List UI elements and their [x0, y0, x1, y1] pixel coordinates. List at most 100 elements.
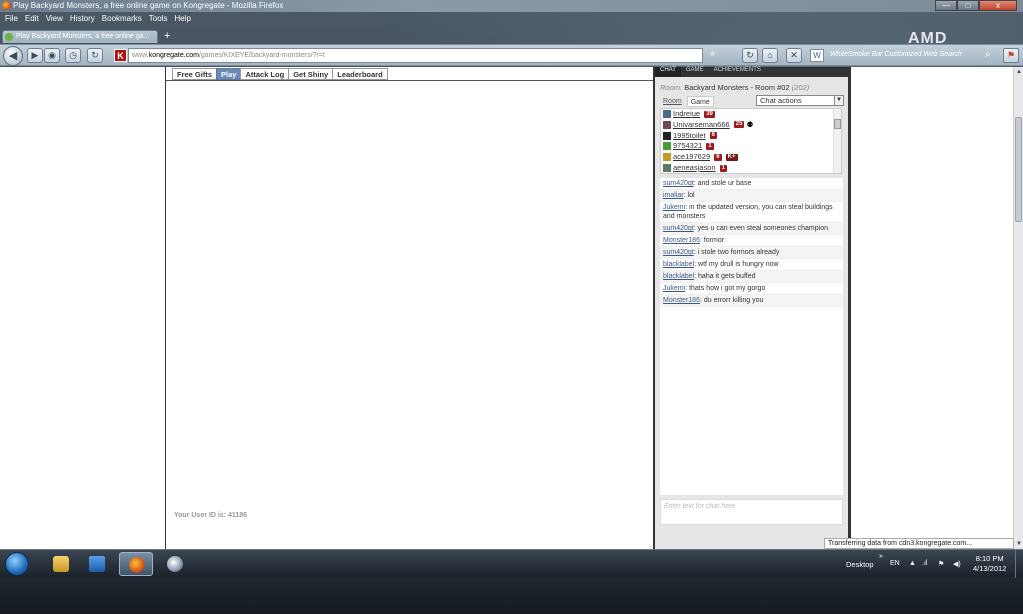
chat-message: sum420qt: i stole two formors already — [660, 247, 843, 259]
browser-tab-active[interactable]: Play Backyard Monsters, a free online ga… — [2, 30, 158, 43]
start-button[interactable] — [5, 552, 29, 576]
room-count: (202) — [791, 83, 810, 92]
maximize-button[interactable]: □ — [957, 0, 979, 11]
menu-history[interactable]: History — [70, 13, 95, 25]
page-scrollbar[interactable]: ▲ ▼ — [1013, 67, 1023, 549]
close-button[interactable]: x — [979, 0, 1017, 11]
clock[interactable]: 8:10 PM 4/13/2012 — [973, 554, 1006, 574]
clock-date: 4/13/2012 — [973, 564, 1007, 573]
message-author[interactable]: Monster186 — [663, 237, 700, 244]
list-item[interactable]: aeneasjason 1 — [661, 163, 841, 173]
message-author[interactable]: Monster186 — [663, 297, 700, 304]
level-badge: 6 — [709, 132, 717, 140]
menu-tools[interactable]: Tools — [149, 13, 168, 25]
message-text: : du errorr killing you — [699, 297, 764, 304]
menu-help[interactable]: Help — [174, 13, 190, 25]
minimize-button[interactable]: — — [935, 0, 957, 11]
list-item[interactable]: 9754321 1 — [661, 141, 841, 152]
message-text: : thats how i got my gorgo — [685, 285, 766, 292]
list-item[interactable]: 1995toilet 6 — [661, 131, 841, 142]
scrollbar-thumb[interactable] — [834, 119, 841, 129]
history-icon[interactable]: ◷ — [65, 48, 81, 63]
flag-icon[interactable]: ⚑ — [938, 560, 944, 568]
forward-button[interactable]: ▶ — [27, 48, 43, 63]
avatar — [663, 110, 671, 118]
room-tab-game[interactable]: Game — [686, 96, 714, 107]
stop-button[interactable]: ✕ — [786, 48, 802, 63]
url-field[interactable]: www.kongregate.com/games/KIXEYE/backyard… — [128, 48, 703, 63]
chat-actions-label: Chat actions — [760, 96, 802, 105]
reload-button[interactable]: ↻ — [742, 48, 758, 63]
username[interactable]: Univarseman666 — [673, 120, 730, 129]
list-item[interactable]: ace197629 6 K+ — [661, 152, 841, 163]
chat-message: blacklabel: haha it gets buffed — [660, 271, 843, 283]
tab-attack-log[interactable]: Attack Log — [240, 68, 289, 80]
scroll-up-icon[interactable]: ▲ — [1016, 69, 1022, 75]
search-input[interactable]: WhiteSmoke Bar Customized Web Search — [828, 48, 998, 63]
volume-icon[interactable]: ◀) — [953, 560, 961, 568]
search-engine-icon[interactable]: W — [810, 49, 824, 62]
tab-game[interactable]: Game — [681, 67, 709, 77]
chat-input[interactable]: Enter text for chat here — [660, 499, 843, 525]
tab-chat[interactable]: Chat — [655, 67, 681, 77]
chevron-right-icon[interactable]: » — [879, 553, 883, 560]
list-item[interactable]: Univarseman666 25 ⚉ — [661, 120, 841, 131]
room-tab-room[interactable]: Room — [660, 96, 685, 107]
language-indicator[interactable]: EN — [890, 560, 900, 567]
refresh-icon[interactable]: ↻ — [87, 48, 103, 63]
scrollbar-thumb[interactable] — [1015, 117, 1022, 222]
tab-leaderboard[interactable]: Leaderboard — [332, 68, 388, 80]
tab-achievements[interactable]: Achievements — [709, 67, 766, 77]
user-list-scrollbar[interactable] — [833, 109, 841, 173]
scroll-down-icon[interactable]: ▼ — [1016, 541, 1022, 547]
tab-play[interactable]: Play — [216, 68, 241, 80]
username[interactable]: 9754321 — [673, 141, 702, 150]
tab-free-gifts[interactable]: Free Gifts — [172, 68, 217, 80]
username[interactable]: 1995toilet — [673, 131, 706, 140]
search-icon[interactable]: ⌕ — [985, 48, 997, 63]
tray-expand-icon[interactable]: ▲ — [909, 560, 916, 567]
message-author[interactable]: sum420qt — [663, 225, 694, 232]
avatar — [663, 142, 671, 151]
desktop-toolbar[interactable]: Desktop — [846, 560, 874, 569]
menu-bookmarks[interactable]: Bookmarks — [102, 13, 142, 25]
firefox-icon — [129, 557, 145, 573]
signal-icon[interactable]: .ıl — [922, 560, 927, 567]
menu-edit[interactable]: Edit — [25, 13, 39, 25]
message-author[interactable]: blacklabel — [663, 273, 694, 280]
message-author[interactable]: Jukemi — [663, 204, 685, 211]
show-desktop-button[interactable] — [1015, 550, 1023, 578]
username[interactable]: aeneasjason — [673, 163, 716, 172]
chevron-down-icon[interactable]: ▼ — [834, 96, 843, 105]
back-button[interactable]: ◀ — [3, 46, 23, 66]
user-list: Indreiue 39 Univarseman666 25 ⚉ 1995toil… — [660, 108, 842, 174]
chat-actions-select[interactable]: Chat actions ▼ — [756, 95, 844, 106]
message-author[interactable]: sum420qt — [663, 180, 694, 187]
media-player-taskbar-button[interactable] — [80, 552, 114, 576]
menu-bar: File Edit View History Bookmarks Tools H… — [0, 13, 640, 25]
message-text: : yes u can even steal someones champion — [693, 225, 828, 232]
explorer-taskbar-button[interactable] — [44, 552, 78, 576]
message-author[interactable]: sum420qt — [663, 249, 694, 256]
url-prefix: www. — [132, 52, 149, 59]
menu-file[interactable]: File — [5, 13, 18, 25]
chat-message: Jukemi: thats how i got my gorgo — [660, 283, 843, 295]
message-author[interactable]: blacklabel — [663, 261, 694, 268]
list-item[interactable]: Indreiue 39 — [661, 109, 841, 120]
firefox-taskbar-button[interactable] — [119, 552, 153, 576]
site-identity-icon[interactable]: K — [114, 49, 127, 62]
app-taskbar-button[interactable] — [158, 552, 192, 576]
message-author[interactable]: imaliar — [663, 192, 684, 199]
tab-get-shiny[interactable]: Get Shiny — [288, 68, 333, 80]
menu-view[interactable]: View — [46, 13, 63, 25]
addon-menu-icon[interactable]: ⚑ — [1003, 48, 1019, 63]
message-author[interactable]: Jukemi — [663, 285, 685, 292]
username[interactable]: ace197629 — [673, 152, 710, 161]
url-path: /games/KIXEYE/backyard-monsters/?r=t — [198, 52, 325, 59]
chat-message: blacklabel: wtf my drull is hungry now — [660, 259, 843, 271]
bookmark-star-icon[interactable]: ★ — [708, 49, 717, 60]
username[interactable]: Indreiue — [673, 109, 700, 118]
camera-icon[interactable]: ◉ — [44, 48, 60, 63]
home-button[interactable]: ⌂ — [762, 48, 778, 63]
new-tab-button[interactable]: + — [164, 29, 170, 43]
